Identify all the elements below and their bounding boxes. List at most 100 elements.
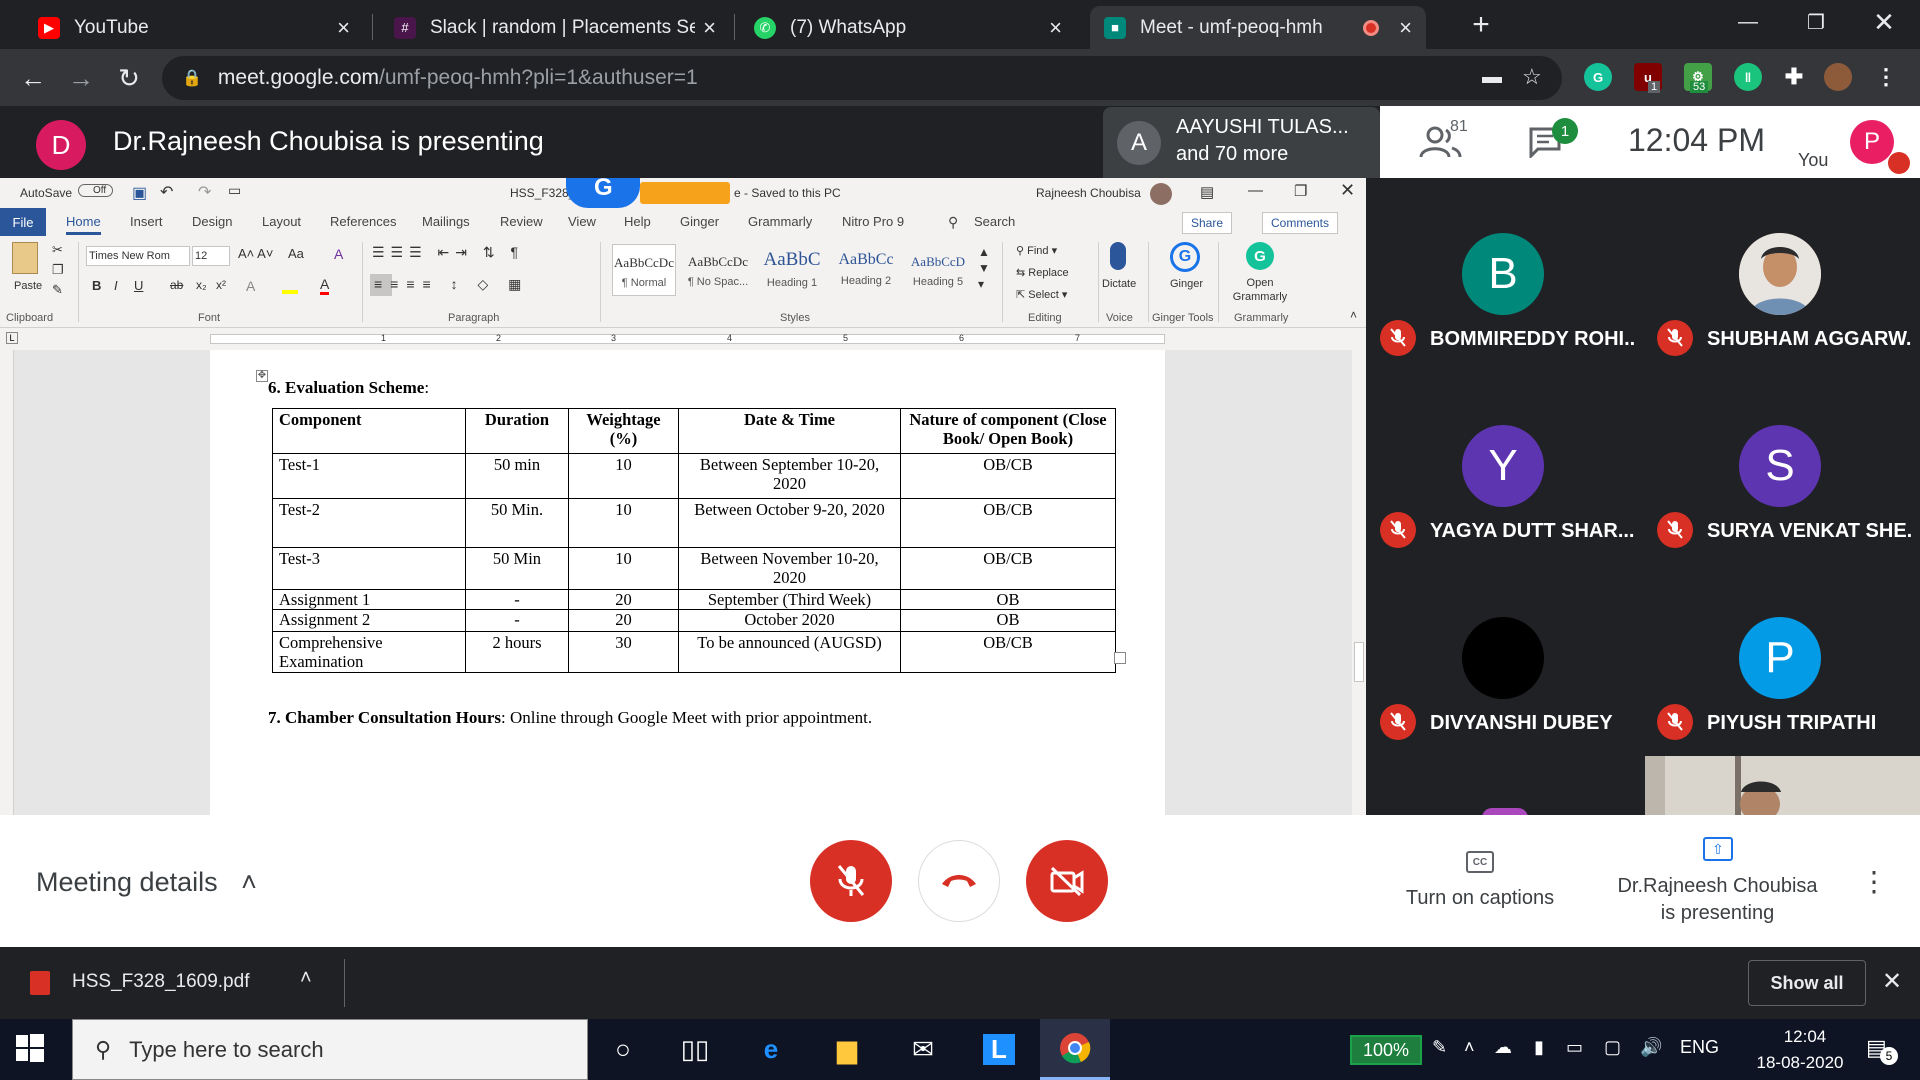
- camera-icon[interactable]: ▬: [1482, 66, 1502, 89]
- format-painter-icon[interactable]: ✎: [52, 282, 63, 298]
- battery-indicator[interactable]: 100%: [1350, 1035, 1422, 1065]
- font-color-icon[interactable]: A: [320, 276, 330, 295]
- tell-me-search[interactable]: Search: [974, 214, 1015, 229]
- minimize-button[interactable]: —: [1716, 0, 1780, 44]
- close-icon[interactable]: ×: [337, 15, 350, 41]
- task-view-icon[interactable]: ▯▯: [664, 1019, 726, 1080]
- change-case-icon[interactable]: Aa: [288, 246, 304, 261]
- styles-scroll-icon[interactable]: ▲ ▼ ▾: [978, 244, 990, 292]
- cut-icon[interactable]: ✂: [52, 242, 63, 258]
- mail-icon[interactable]: ✉: [892, 1019, 954, 1080]
- language-indicator[interactable]: ENG: [1680, 1037, 1719, 1058]
- strikethrough-icon[interactable]: ab: [170, 278, 183, 292]
- participant-tile[interactable]: P PIYUSH TRIPATHI: [1643, 562, 1920, 755]
- menu-dots-icon[interactable]: ⋮: [1872, 63, 1900, 91]
- reload-button[interactable]: ↻: [110, 59, 148, 97]
- leave-call-button[interactable]: [918, 840, 1000, 922]
- meeting-details-button[interactable]: Meeting details ˄: [36, 867, 257, 898]
- ginger-icon[interactable]: G: [1170, 242, 1200, 272]
- viewer-card[interactable]: A AAYUSHI TULAS... and 70 more: [1103, 107, 1380, 178]
- cortana-icon[interactable]: ○: [592, 1019, 654, 1080]
- captions-label[interactable]: Turn on captions: [1380, 887, 1580, 910]
- scrollbar-thumb[interactable]: [1354, 642, 1364, 682]
- close-icon[interactable]: ×: [1049, 15, 1062, 41]
- tab-help[interactable]: Help: [624, 214, 651, 229]
- windows-start-icon[interactable]: [16, 1034, 44, 1062]
- paste-icon[interactable]: [12, 242, 38, 274]
- presenting-status[interactable]: Dr.Rajneesh Choubisa is presenting: [1605, 873, 1830, 927]
- italic-icon[interactable]: I: [114, 278, 118, 293]
- close-icon[interactable]: ×: [1399, 15, 1412, 41]
- forward-button[interactable]: →: [62, 59, 100, 97]
- notifications-icon[interactable]: ▤ 5: [1866, 1035, 1898, 1065]
- table-move-handle-icon[interactable]: ✥: [256, 370, 268, 382]
- vertical-scrollbar[interactable]: [1352, 350, 1366, 815]
- participant-tile[interactable]: S SURYA VENKAT SHE...: [1643, 370, 1920, 563]
- ribbon-display-icon[interactable]: ▤: [1200, 183, 1214, 201]
- screen-share-toolbar[interactable]: [640, 182, 730, 204]
- chevron-up-icon[interactable]: ˄: [300, 967, 312, 990]
- list-icons[interactable]: ☰☰☰ ⇤⇥ ⇅ ¶: [372, 244, 524, 261]
- subscript-icon[interactable]: x₂: [196, 278, 207, 292]
- close-icon[interactable]: ×: [703, 15, 716, 41]
- style-heading-2[interactable]: AaBbCc Heading 2: [834, 244, 898, 296]
- profile-avatar[interactable]: [1824, 63, 1852, 91]
- present-screen-icon[interactable]: ⇧: [1703, 837, 1733, 861]
- word-restore-button[interactable]: ❐: [1294, 182, 1307, 200]
- copy-icon[interactable]: ❐: [52, 262, 64, 278]
- close-icon[interactable]: ✕: [1882, 967, 1902, 996]
- participant-video[interactable]: [1645, 756, 1920, 815]
- tab-youtube[interactable]: ▶ YouTube ×: [24, 6, 364, 49]
- collapse-ribbon-icon[interactable]: ˄: [1350, 308, 1357, 322]
- word-close-button[interactable]: ✕: [1340, 180, 1355, 201]
- launcher-l-icon[interactable]: L: [968, 1019, 1030, 1080]
- font-name-box[interactable]: Times New Rom: [86, 246, 190, 266]
- download-file-name[interactable]: HSS_F328_1609.pdf: [72, 971, 249, 993]
- tab-mailings[interactable]: Mailings: [422, 214, 470, 229]
- tab-grammarly[interactable]: Grammarly: [748, 214, 812, 229]
- participant-tile[interactable]: SHUBHAM AGGARW...: [1643, 178, 1920, 371]
- tab-view[interactable]: View: [568, 214, 596, 229]
- text-effects-icon[interactable]: A: [246, 278, 255, 294]
- font-size-box[interactable]: 12: [192, 246, 230, 266]
- share-button[interactable]: Share: [1182, 212, 1233, 234]
- select-icon[interactable]: ⇱ Select ▾: [1016, 288, 1067, 301]
- save-icon[interactable]: ▣: [132, 183, 147, 203]
- chrome-icon[interactable]: [1040, 1019, 1110, 1080]
- comments-button[interactable]: Comments: [1262, 212, 1339, 234]
- camera-toggle-button[interactable]: [1026, 840, 1108, 922]
- align-icons[interactable]: ≡≡≡≡ ↕ ◇ ▦: [374, 276, 529, 293]
- tab-slack[interactable]: # Slack | random | Placements Sem ×: [380, 6, 730, 49]
- tab-nitro[interactable]: Nitro Pro 9: [842, 214, 904, 229]
- chevron-up-icon[interactable]: ˄: [1464, 1037, 1475, 1058]
- taskbar-date[interactable]: 18-08-2020: [1740, 1053, 1860, 1073]
- tab-home[interactable]: Home: [66, 214, 101, 235]
- grammarly-extension-icon[interactable]: G: [1584, 63, 1612, 91]
- grammarly-icon[interactable]: G: [1246, 242, 1274, 270]
- tab-insert[interactable]: Insert: [130, 214, 163, 229]
- more-options-icon[interactable]: ⋮: [1860, 865, 1888, 898]
- restore-button[interactable]: ❐: [1784, 0, 1848, 44]
- tab-review[interactable]: Review: [500, 214, 543, 229]
- style-heading-5[interactable]: AaBbCcD Heading 5: [906, 244, 970, 296]
- autosave-toggle[interactable]: Off: [78, 184, 114, 197]
- participant-tile[interactable]: DIVYANSHI DUBEY: [1366, 562, 1643, 755]
- find-icon[interactable]: ⚲ Find ▾: [1016, 244, 1057, 257]
- tab-whatsapp[interactable]: ✆ (7) WhatsApp ×: [740, 6, 1076, 49]
- superscript-icon[interactable]: x²: [216, 278, 226, 292]
- tab-ginger[interactable]: Ginger: [680, 214, 719, 229]
- redo-icon[interactable]: ↷: [198, 182, 211, 202]
- tab-layout[interactable]: Layout: [262, 214, 301, 229]
- extensions-puzzle-icon[interactable]: ✚: [1780, 63, 1808, 91]
- clear-format-icon[interactable]: A: [334, 246, 343, 262]
- microphone-icon[interactable]: ▮: [1534, 1037, 1544, 1058]
- open-folder-icon[interactable]: ▭: [228, 182, 241, 199]
- table-resize-handle[interactable]: [1114, 652, 1126, 664]
- word-minimize-button[interactable]: —: [1248, 182, 1263, 199]
- participant-tile[interactable]: B BOMMIREDDY ROHI...: [1366, 178, 1643, 371]
- tab-selector-icon[interactable]: L: [6, 332, 18, 344]
- tab-design[interactable]: Design: [192, 214, 232, 229]
- grow-font-icon[interactable]: A˄ A˅: [238, 246, 273, 261]
- address-bar[interactable]: 🔒 meet.google.com/umf-peoq-hmh?pli=1&aut…: [162, 56, 1562, 100]
- replace-icon[interactable]: ⇆ Replace: [1016, 266, 1069, 279]
